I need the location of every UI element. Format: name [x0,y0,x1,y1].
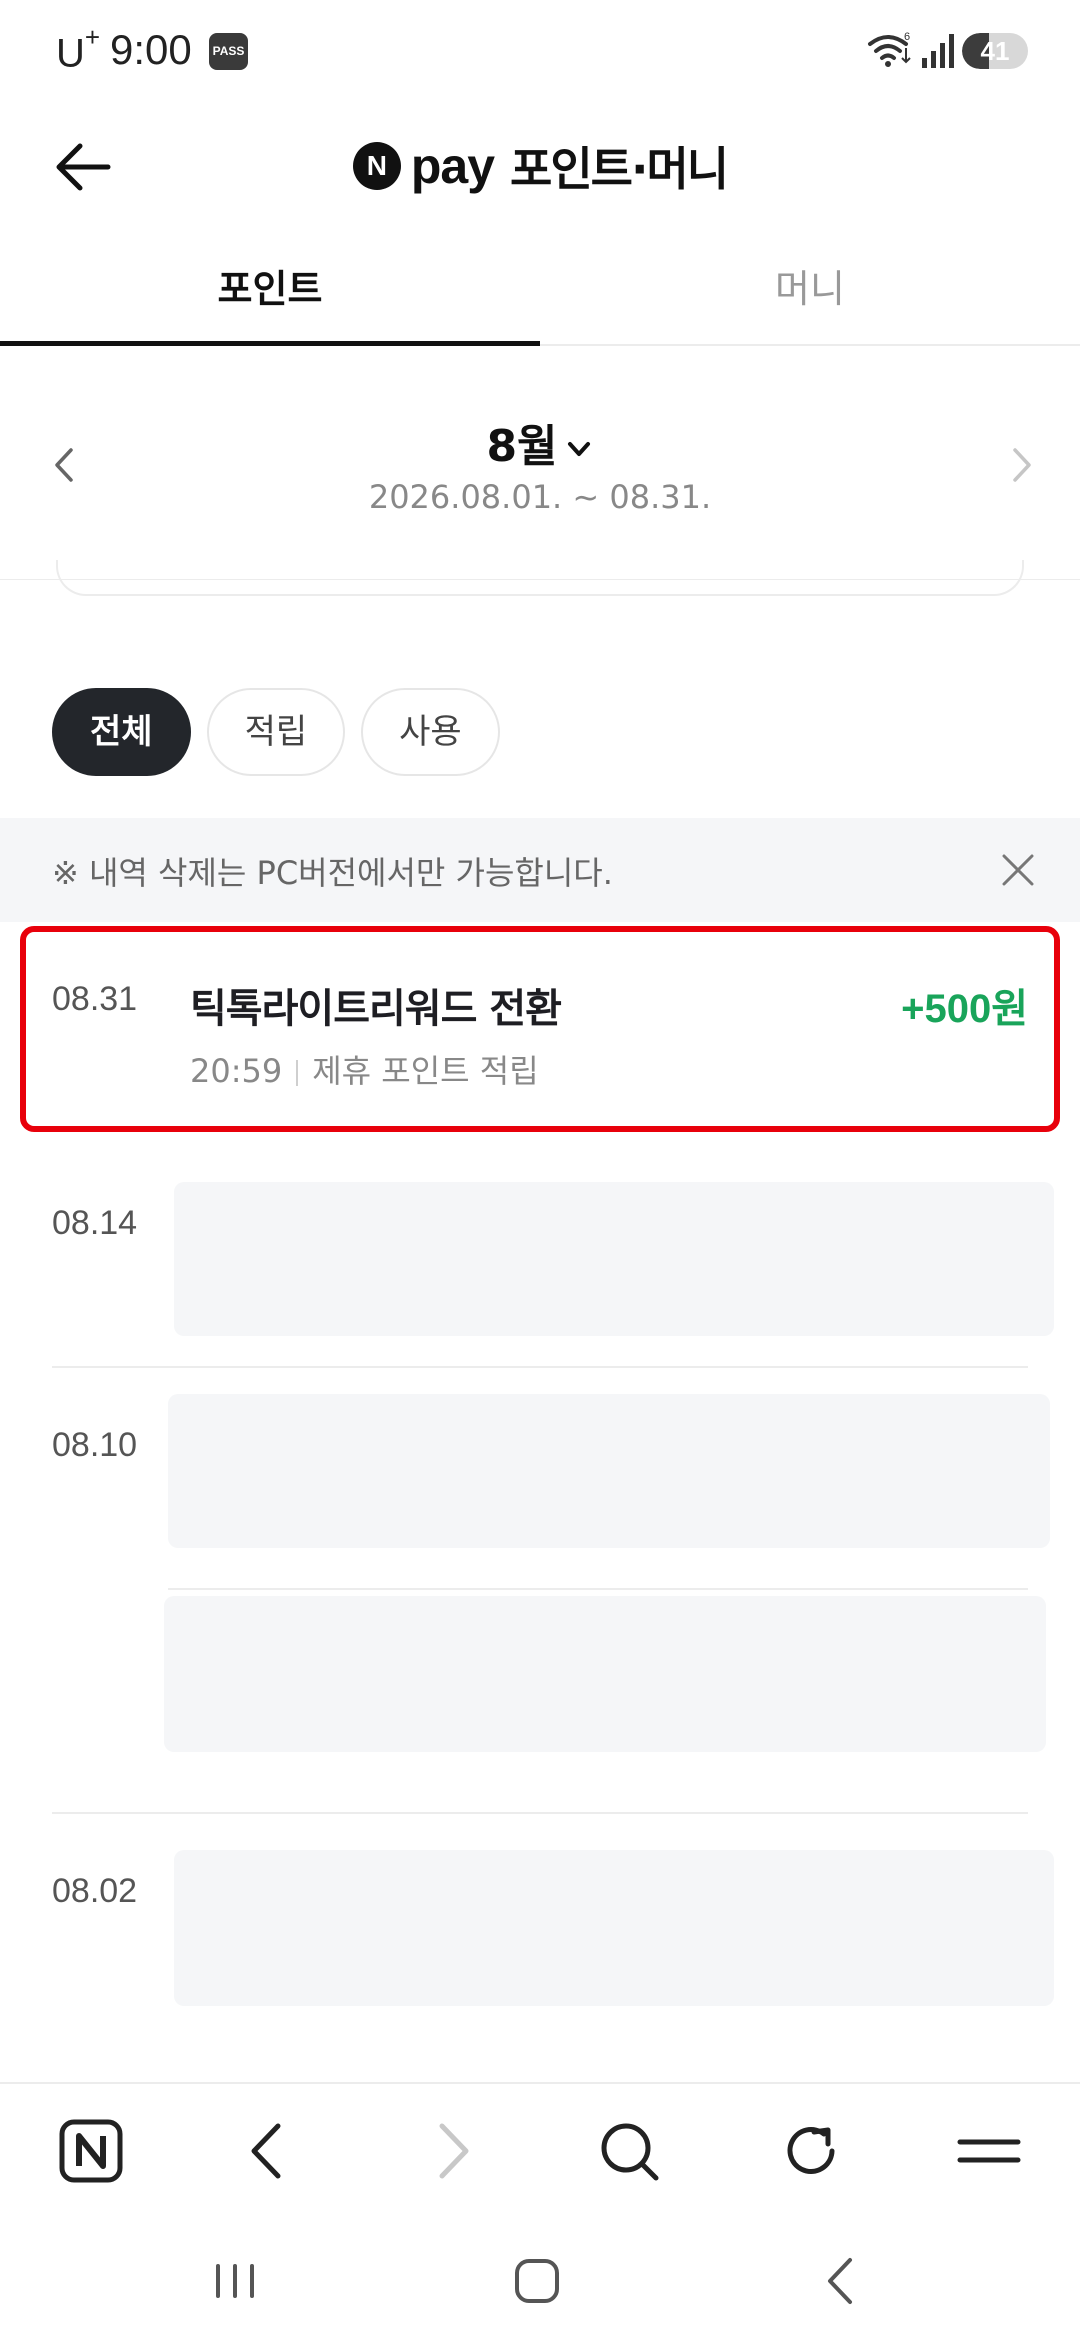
summary-card-edge [56,560,1024,596]
transaction-amount: +500원 [901,987,1028,1031]
notice-text: ※ 내역 삭제는 PC버전에서만 가능합니다. [52,854,613,892]
back-arrow-icon[interactable] [40,132,130,202]
transaction-title: 틱톡라이트리워드 전환 [190,986,562,1032]
tab-bar: 포인트 머니 [0,232,1080,346]
refresh-icon[interactable] [774,2114,848,2188]
transaction-placeholder[interactable] [164,1596,1046,1752]
system-navigation-bar [0,2216,1080,2340]
transaction-date: 08.14 [52,1204,138,1242]
browser-forward-icon[interactable] [414,2114,488,2188]
menu-icon[interactable] [952,2114,1026,2188]
transaction-date: 08.10 [52,1426,138,1464]
carrier-label: U+ [56,22,101,76]
brand-title: N pay 포인트·머니 [0,104,1080,228]
system-back-icon[interactable] [806,2246,876,2316]
month-range: 2026.08.01. ~ 08.31. [368,478,712,516]
transaction-placeholder[interactable] [174,1182,1054,1336]
divider [168,1588,1028,1590]
browser-back-icon[interactable] [232,2114,306,2188]
tab-money[interactable]: 머니 [540,232,1080,346]
header: N pay 포인트·머니 [0,104,1080,228]
home-icon[interactable] [502,2246,572,2316]
transaction-category: 제휴 포인트 적립 [312,1052,539,1090]
svg-text:6: 6 [904,31,910,43]
transaction-time: 20:59 [190,1052,283,1090]
filter-use[interactable]: 사용 [361,688,500,776]
chevron-right-icon[interactable] [996,440,1046,490]
transaction-date: 08.31 [52,980,138,1018]
close-icon[interactable] [990,842,1046,898]
naver-home-icon[interactable] [54,2114,128,2188]
recent-apps-icon[interactable] [200,2246,270,2316]
browser-toolbar [0,2082,1080,2216]
page-title: 포인트·머니 [510,142,729,196]
month-selector: 8월 2026.08.01. ~ 08.31. [0,348,1080,580]
signal-icon [922,34,954,68]
month-dropdown[interactable]: 8월 [0,410,1080,474]
month-label: 8월 [486,421,558,472]
status-bar: U+ 9:00 PASS 6 41 [0,0,1080,104]
notice-banner: ※ 내역 삭제는 PC버전에서만 가능합니다. [0,818,1080,922]
chevron-down-icon [567,442,590,456]
transaction-meta: 20:59 제휴 포인트 적립 [190,1046,539,1092]
status-time: 9:00 [110,26,192,73]
filter-all[interactable]: 전체 [52,688,191,776]
filter-earn[interactable]: 적립 [206,688,346,776]
battery-indicator: 41 [962,33,1028,69]
divider [52,1366,1028,1368]
transaction-date: 08.02 [52,1872,138,1910]
search-icon[interactable] [592,2114,666,2188]
tab-points[interactable]: 포인트 [0,232,540,346]
meta-separator [296,1060,299,1086]
divider [52,1812,1028,1814]
pass-badge: PASS [209,33,248,70]
filter-chips: 전체 적립 사용 [52,688,500,778]
transaction-placeholder[interactable] [168,1394,1050,1548]
battery-level: 41 [980,36,1010,66]
transaction-placeholder[interactable] [174,1850,1054,2006]
naver-logo: N [352,142,401,190]
pay-logo-text: pay [410,138,495,194]
wifi-icon: 6 [868,31,911,67]
